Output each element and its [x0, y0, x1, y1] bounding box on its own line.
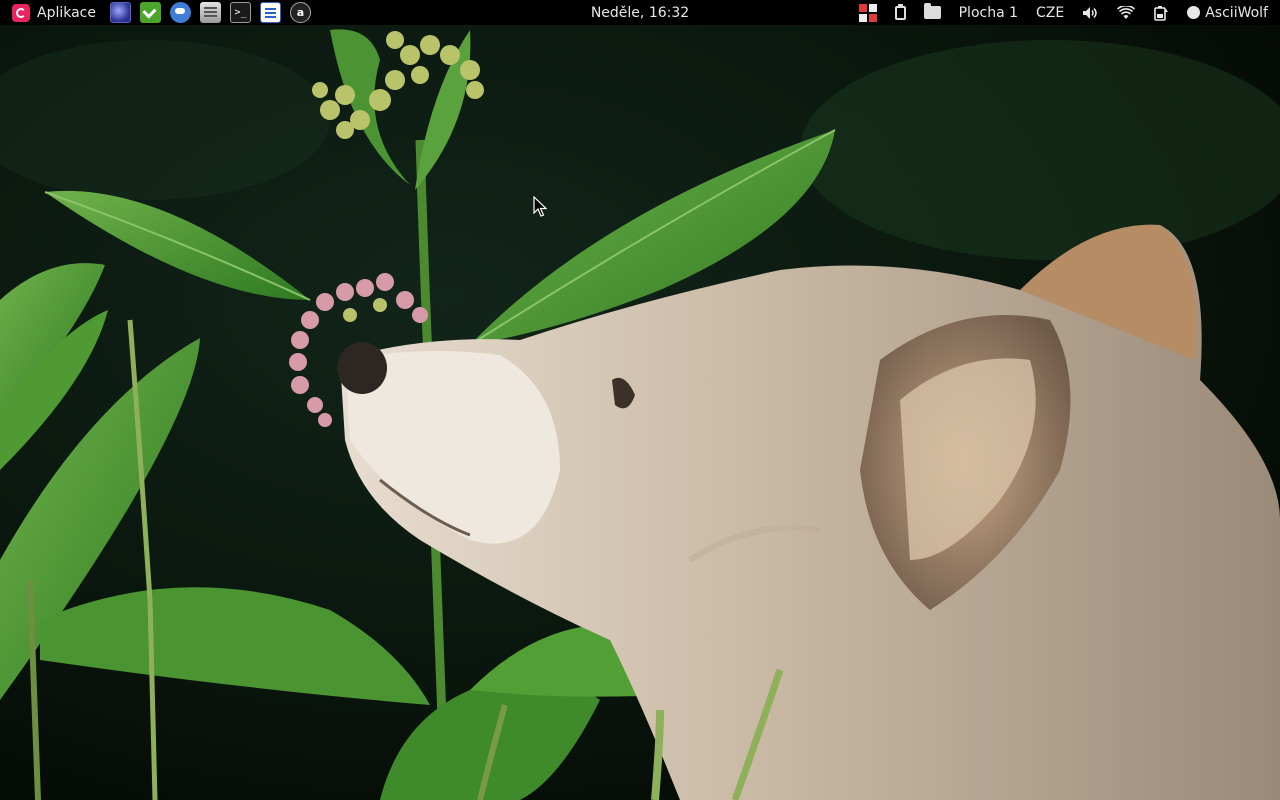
chat-launcher-icon[interactable] — [170, 2, 191, 23]
terminal-launcher-icon[interactable]: >_ — [230, 2, 251, 23]
software-center-launcher-icon[interactable] — [140, 2, 161, 23]
keyboard-layout-label: CZE — [1036, 4, 1065, 21]
workspace-indicator[interactable]: Plocha 1 — [950, 0, 1027, 25]
writer-launcher-icon[interactable] — [260, 2, 281, 23]
amule-launcher-icon[interactable]: a — [290, 2, 311, 23]
keyboard-layout-indicator[interactable]: CZE — [1027, 0, 1073, 25]
battery-icon — [1154, 5, 1169, 21]
user-menu-button[interactable]: AsciiWolf — [1178, 0, 1280, 25]
clipboard-icon — [894, 3, 906, 20]
launcher-bar: >_ a — [110, 2, 320, 23]
user-status-icon — [1187, 6, 1201, 19]
applications-menu-label: Aplikace — [37, 4, 96, 21]
clipboard-button[interactable] — [886, 0, 915, 25]
browser-launcher-icon[interactable] — [110, 2, 131, 23]
applications-menu-icon — [12, 3, 30, 22]
mouse-pointer-icon — [533, 196, 547, 217]
workspace-grid-icon — [858, 3, 877, 22]
desktop-wallpaper[interactable] — [0, 25, 1280, 800]
wifi-icon — [1117, 5, 1136, 19]
workspace-label: Plocha 1 — [958, 4, 1019, 21]
file-manager-launcher-icon[interactable] — [200, 2, 221, 23]
volume-icon — [1083, 6, 1097, 19]
folder-icon — [923, 3, 941, 19]
network-button[interactable] — [1108, 0, 1144, 25]
wolf-nose — [337, 342, 387, 394]
volume-button[interactable] — [1073, 0, 1108, 25]
clock-button[interactable]: Neděle, 16:32 — [591, 5, 689, 21]
power-button[interactable] — [1144, 0, 1178, 25]
top-panel: Aplikace >_ a Neděle, 16:32 Plocha 1 CZE — [0, 0, 1280, 25]
applications-menu-button[interactable]: Aplikace — [0, 0, 104, 25]
user-name-label: AsciiWolf — [1205, 4, 1268, 21]
system-tray: Plocha 1 CZE AsciiWolf — [850, 0, 1280, 25]
workspace-grid-button[interactable] — [850, 0, 886, 25]
places-button[interactable] — [915, 0, 950, 25]
